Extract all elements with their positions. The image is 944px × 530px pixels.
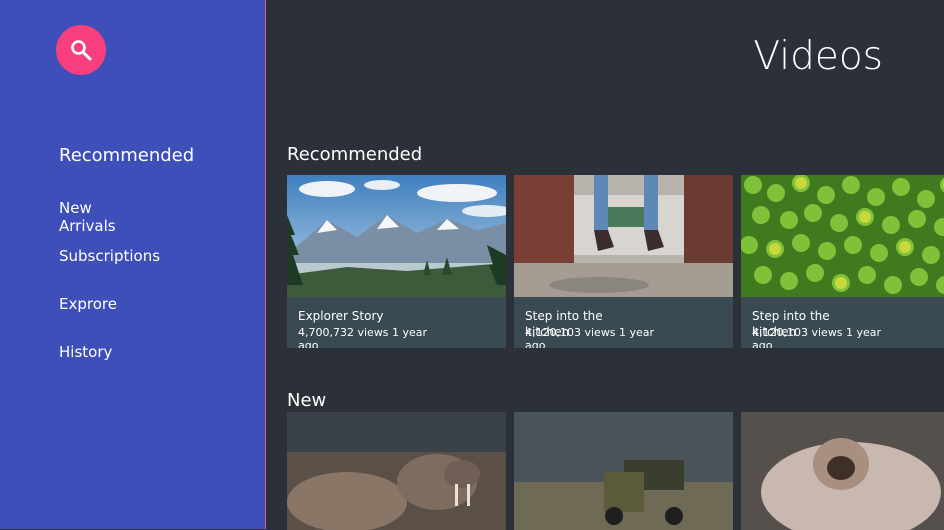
search-button[interactable] xyxy=(56,25,106,75)
video-caption: Explorer Story 4,700,732 views 1 year ag… xyxy=(287,297,506,348)
video-thumbnail-dog xyxy=(741,412,944,530)
video-card[interactable]: Step into the kitchen 4,120,103 views 1 … xyxy=(514,175,733,348)
main-content: Videos Recommended Explorer Story 4,700,… xyxy=(266,0,944,530)
section-title-recommended: Recommended xyxy=(287,144,423,165)
sidebar-item-recommended[interactable]: Recommended xyxy=(59,147,194,165)
video-card[interactable] xyxy=(514,412,733,530)
sidebar: Recommended New Arrivals Subscriptions Ex… xyxy=(0,0,266,529)
video-caption: Step into the kitchen 4,120,103 views 1 … xyxy=(741,297,944,348)
video-meta: 4,120,103 views 1 year ago xyxy=(752,326,882,348)
video-meta: 4,120,103 views 1 year ago xyxy=(525,326,655,348)
video-thumbnail-truck xyxy=(514,412,733,530)
video-meta: 4,700,732 views 1 year ago xyxy=(298,326,428,348)
sidebar-item-subscriptions[interactable]: Subscriptions xyxy=(59,247,160,265)
page-title: Videos xyxy=(753,34,883,79)
video-title: Explorer Story xyxy=(298,309,384,323)
video-thumbnail-limes xyxy=(741,175,944,297)
video-card[interactable] xyxy=(741,412,944,530)
sidebar-item-explore[interactable]: Exprore xyxy=(59,295,117,313)
video-thumbnail-walrus xyxy=(287,412,506,530)
search-icon xyxy=(71,40,92,61)
video-caption: Step into the kitchen 4,120,103 views 1 … xyxy=(514,297,733,348)
video-thumbnail-mountains xyxy=(287,175,506,297)
video-card[interactable]: Step into the kitchen 4,120,103 views 1 … xyxy=(741,175,944,348)
video-thumbnail-jump xyxy=(514,175,733,297)
video-card[interactable]: Explorer Story 4,700,732 views 1 year ag… xyxy=(287,175,506,348)
sidebar-item-history[interactable]: History xyxy=(59,343,112,361)
sidebar-item-new-arrivals[interactable]: New Arrivals xyxy=(59,199,119,235)
video-card[interactable] xyxy=(287,412,506,530)
